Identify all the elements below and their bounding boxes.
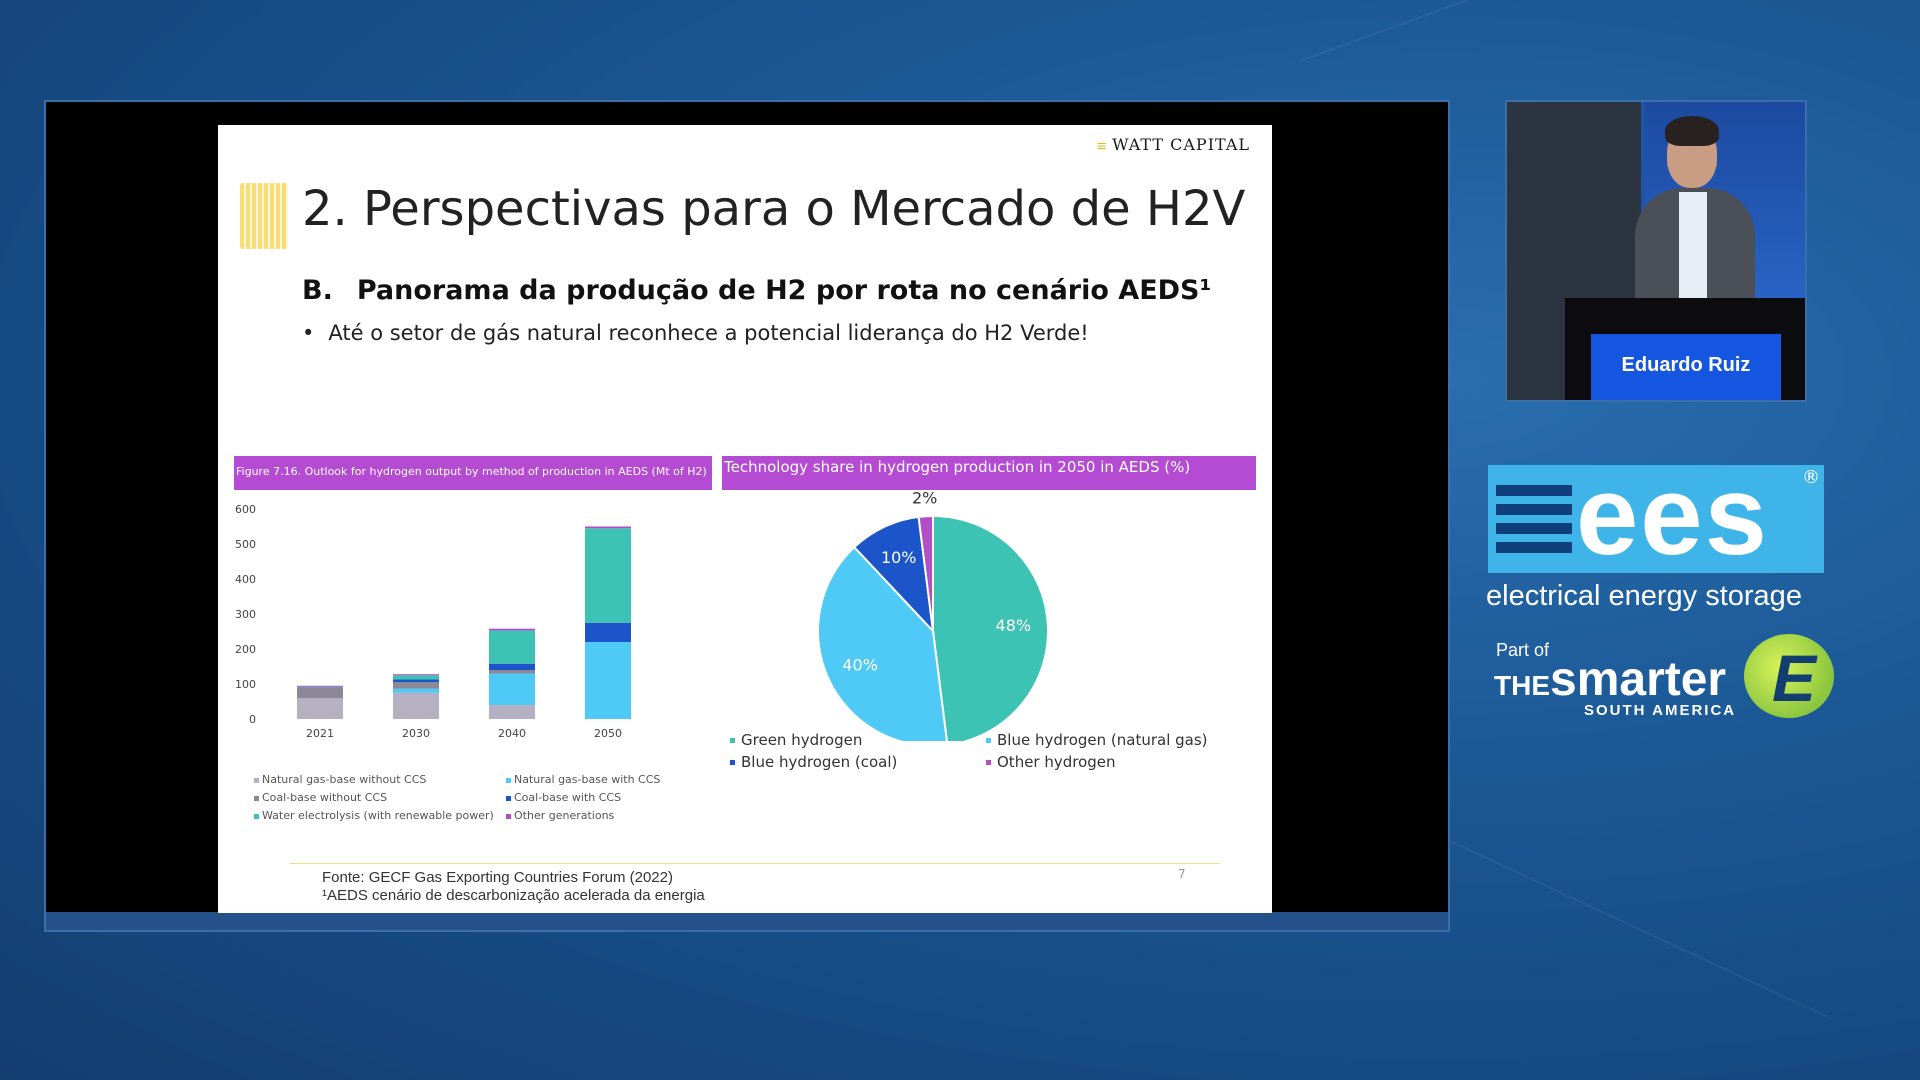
speaker-shirt [1679, 192, 1707, 302]
bar-segment [489, 670, 535, 674]
ees-logo: ees ® [1488, 453, 1824, 578]
bar-segment [489, 705, 535, 719]
technology-share-pie-chart: 48% 40% 10% 2% [817, 491, 1049, 741]
bar-legend-item: Other generations [506, 809, 614, 822]
x-tick-label: 2050 [594, 727, 622, 740]
slide-frame-bottom-bar [46, 912, 1448, 930]
bar-segment [393, 675, 439, 680]
registered-mark: ® [1802, 467, 1820, 488]
x-tick-label: 2030 [402, 727, 430, 740]
bar-legend-item: Natural gas-base with CCS [506, 773, 660, 786]
legend-swatch [254, 795, 259, 801]
y-tick-label: 500 [235, 538, 256, 551]
bar-segment [297, 687, 343, 698]
bar-segment [393, 682, 439, 689]
pie-legend-item: Other hydrogen [986, 753, 1116, 771]
legend-swatch [730, 738, 735, 743]
bar-chart-header: Figure 7.16. Outlook for hydrogen output… [234, 456, 712, 490]
y-tick-label: 300 [235, 608, 256, 621]
bar-segment [585, 622, 631, 642]
bar-segment [393, 674, 439, 676]
speaker-hair [1665, 116, 1719, 146]
bar-segment [489, 630, 535, 664]
background-stripe [1449, 840, 1832, 1020]
legend-swatch [254, 777, 259, 783]
background-stripe [1299, 0, 1771, 62]
watt-capital-logo: ≡ WATT CAPITAL [1096, 135, 1250, 154]
logo-rays-icon: ≡ [1096, 139, 1109, 154]
presentation-slide: ≡ WATT CAPITAL 2. Perspectivas para o Mer… [218, 125, 1272, 913]
y-tick-label: 100 [235, 678, 256, 691]
legend-swatch [506, 813, 511, 819]
y-tick-label: 200 [235, 643, 256, 656]
bar-segment [297, 685, 343, 687]
pie-legend-item: Blue hydrogen (natural gas) [986, 731, 1208, 749]
bar-legend-item: Coal-base without CCS [254, 791, 387, 804]
legend-swatch [986, 760, 991, 765]
the-smarter-logo: THEsmarter [1494, 653, 1727, 706]
legend-swatch [986, 738, 991, 743]
pie-slice-label: 10% [881, 548, 917, 567]
speaker-name-plate: Eduardo Ruiz [1591, 334, 1781, 400]
pie-legend-item: Green hydrogen [730, 731, 862, 749]
y-tick-label: 400 [235, 573, 256, 586]
bar-segment [489, 673, 535, 705]
y-tick-label: 0 [249, 713, 256, 726]
bar-segment [297, 686, 343, 688]
title-accent-mark [240, 183, 288, 249]
pie-legend-item: Blue hydrogen (coal) [730, 753, 897, 771]
legend-swatch [506, 795, 511, 801]
bullet-dot-icon: • [302, 321, 315, 345]
pie-chart-header: Technology share in hydrogen production … [722, 456, 1256, 490]
y-tick-label: 600 [235, 503, 256, 516]
bar-legend-item: Water electrolysis (with renewable power… [254, 809, 494, 822]
legend-swatch [506, 777, 511, 783]
slide-subtitle: B. Panorama da produção de H2 por rota no… [302, 275, 1212, 306]
x-tick-label: 2021 [306, 727, 334, 740]
pie-slice-label: 40% [842, 655, 878, 674]
legend-swatch [254, 813, 259, 819]
source-note: Fonte: GECF Gas Exporting Countries Foru… [322, 869, 705, 904]
legend-swatch [730, 760, 735, 765]
bar-segment [489, 663, 535, 670]
slide-title: 2. Perspectivas para o Mercado de H2V [302, 181, 1246, 237]
speaker-video: Eduardo Ruiz [1505, 100, 1807, 402]
slide-bullet: • Até o setor de gás natural reconhece a … [302, 321, 1089, 345]
bar-segment [393, 688, 439, 693]
bar-legend-item: Coal-base with CCS [506, 791, 621, 804]
pie-slice-label: 48% [996, 616, 1032, 635]
bar-segment [585, 642, 631, 719]
bar-segment [297, 698, 343, 719]
hydrogen-output-bar-chart: 0 100 200 300 400 500 600 2021 2030 2040 2050 [235, 503, 631, 740]
pie-slice-label: 2% [912, 491, 937, 507]
bar-legend-item: Natural gas-base without CCS [254, 773, 426, 786]
bar-segment [585, 528, 631, 623]
ees-lines-icon [1496, 485, 1572, 561]
bar-segment [489, 628, 535, 631]
page-number: 7 [1178, 867, 1186, 881]
bar-segment [393, 692, 439, 719]
footer-divider [290, 863, 1220, 864]
x-tick-label: 2040 [498, 727, 526, 740]
the-smarter-e-badge-icon: E [1744, 634, 1834, 718]
ees-tagline: electrical energy storage [1486, 580, 1802, 612]
bar-segment [585, 526, 631, 529]
bar-segment [393, 679, 439, 683]
south-america-label: SOUTH AMERICA [1584, 702, 1737, 719]
